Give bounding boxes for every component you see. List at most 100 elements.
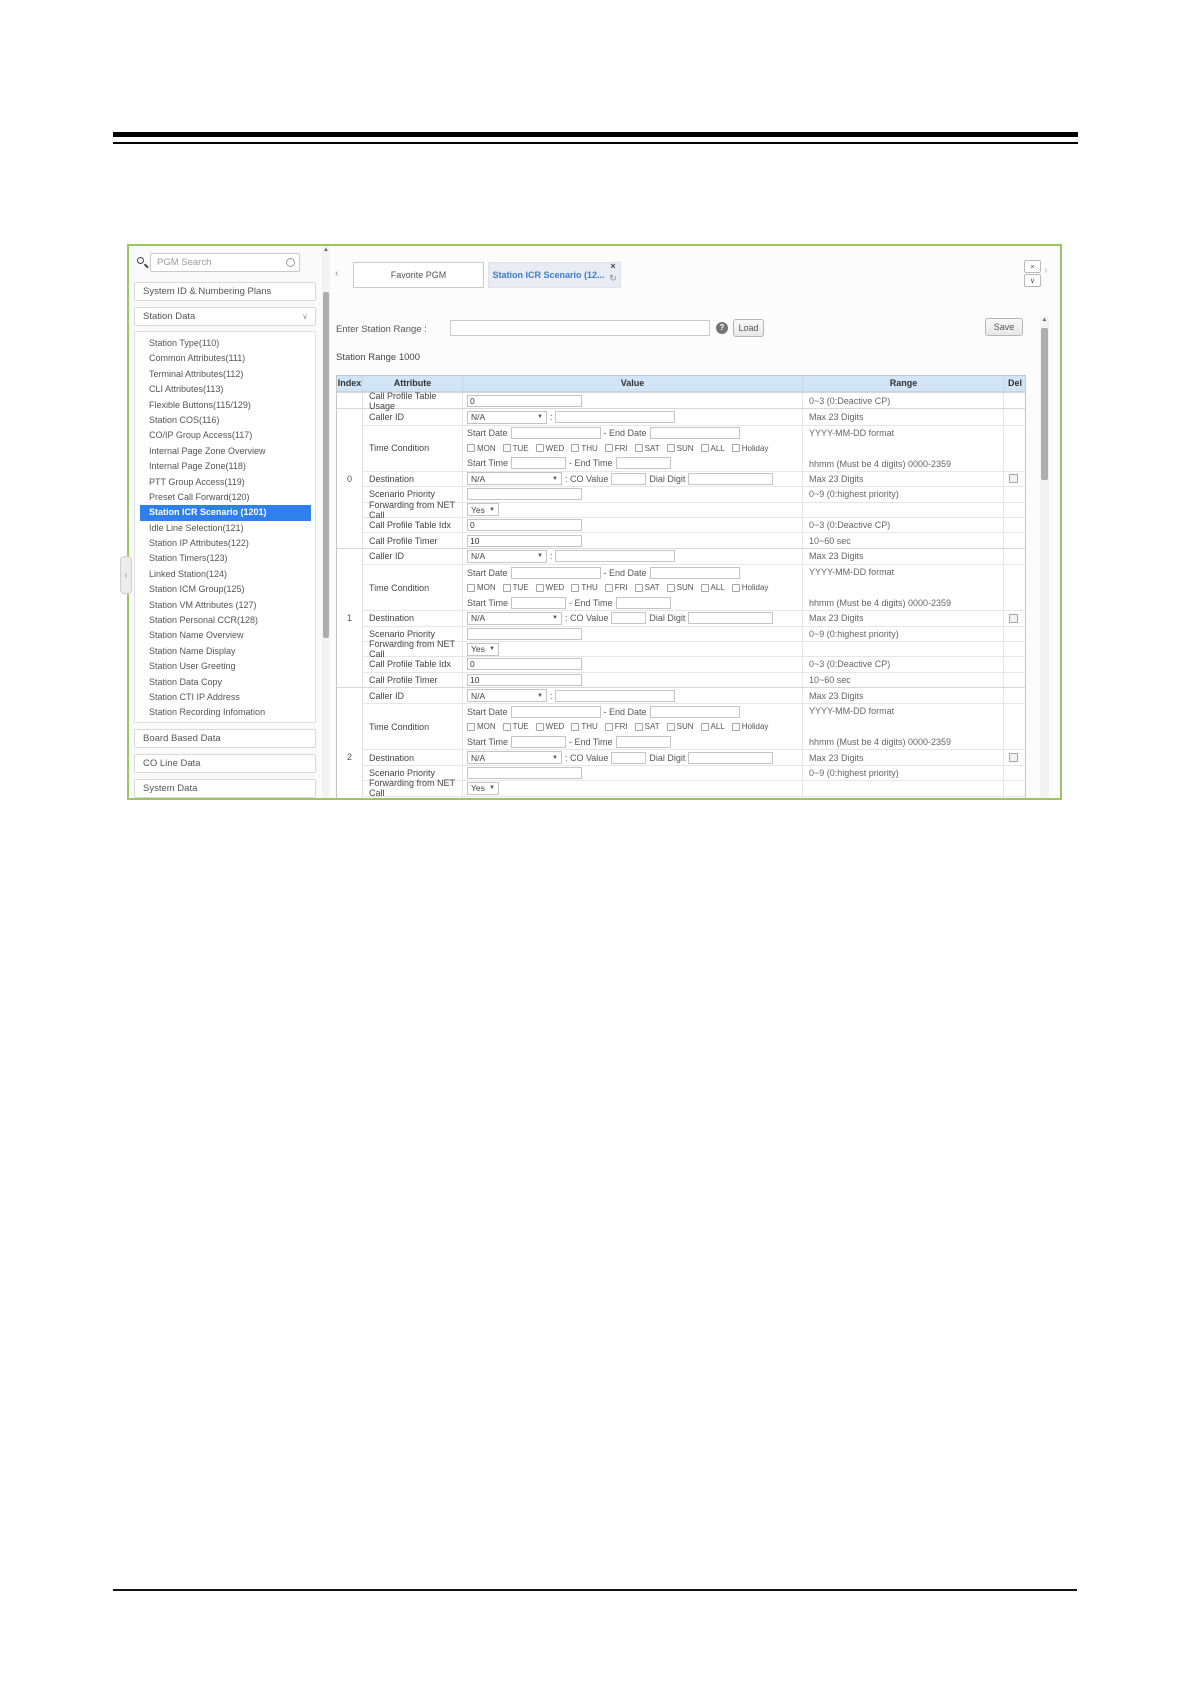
sidebar-item[interactable]: Station Timers(123)	[135, 551, 315, 566]
tab-refresh-icon[interactable]: ↻	[607, 272, 619, 284]
call-profile-idx-input[interactable]	[466, 658, 582, 671]
checkbox-icon[interactable]	[666, 722, 675, 731]
end-date-input[interactable]	[649, 427, 740, 440]
delete-checkbox[interactable]	[1008, 613, 1018, 623]
close-all-tabs-button[interactable]: ×	[1024, 260, 1041, 273]
day-checkbox-item[interactable]: TUE	[502, 722, 529, 731]
checkbox-icon[interactable]	[466, 722, 475, 731]
checkbox-icon[interactable]	[571, 722, 580, 731]
call-profile-timer-input[interactable]	[466, 534, 582, 547]
checkbox-icon[interactable]	[466, 583, 475, 592]
day-checkbox-item[interactable]: SAT	[634, 583, 660, 592]
checkbox-icon[interactable]	[502, 722, 511, 731]
destination-select[interactable]: N/A ▼	[466, 751, 562, 765]
checkbox-icon[interactable]	[535, 583, 544, 592]
day-checkbox-item[interactable]: Holiday	[731, 444, 768, 453]
content-scrollbar[interactable]: ▲	[1040, 316, 1049, 798]
day-checkbox-item[interactable]: FRI	[604, 722, 628, 731]
sidebar-item[interactable]: Station ICM Group(125)	[135, 582, 315, 597]
checkbox-icon[interactable]	[700, 444, 709, 453]
caller-id-input[interactable]	[555, 550, 676, 563]
checkbox-icon[interactable]	[731, 722, 740, 731]
day-checkbox-item[interactable]: WED	[535, 583, 564, 592]
sidebar-item[interactable]: Idle Line Selection(121)	[135, 521, 315, 536]
caller-id-select[interactable]: N/A ▼	[466, 410, 547, 424]
sidebar-item[interactable]: Station Personal CCR(128)	[135, 613, 315, 628]
forwarding-select[interactable]: Yes ▼	[466, 781, 499, 795]
scroll-up-icon[interactable]: ▲	[1040, 317, 1049, 323]
day-checkbox-item[interactable]: MON	[466, 444, 496, 453]
day-checkbox-item[interactable]: MON	[466, 722, 496, 731]
start-time-input[interactable]	[510, 457, 566, 470]
start-time-input[interactable]	[510, 735, 566, 748]
tab-favorite-pgm[interactable]: Favorite PGM	[353, 262, 484, 288]
day-checkbox-item[interactable]: ALL	[700, 583, 725, 592]
day-checkbox-item[interactable]: FRI	[604, 583, 628, 592]
start-time-input[interactable]	[510, 596, 566, 609]
day-checkbox-item[interactable]: THU	[571, 722, 598, 731]
day-checkbox-item[interactable]: TUE	[502, 583, 529, 592]
co-value-input[interactable]	[611, 751, 647, 764]
sidebar-item[interactable]: Station User Greeting	[135, 659, 315, 674]
checkbox-icon[interactable]	[571, 444, 580, 453]
scenario-priority-input[interactable]	[466, 488, 582, 501]
day-checkbox-item[interactable]: Holiday	[731, 722, 768, 731]
checkbox-icon[interactable]	[571, 583, 580, 592]
scenario-priority-input[interactable]	[466, 767, 582, 780]
checkbox-icon[interactable]	[634, 444, 643, 453]
sidebar-item[interactable]: Station Name Display	[135, 644, 315, 659]
checkbox-icon[interactable]	[604, 583, 613, 592]
day-checkbox-item[interactable]: THU	[571, 444, 598, 453]
forwarding-select[interactable]: Yes ▼	[466, 642, 499, 656]
sidebar-section-station-data[interactable]: Station Data ∨	[134, 307, 316, 326]
end-time-input[interactable]	[615, 735, 671, 748]
destination-select[interactable]: N/A ▼	[466, 472, 562, 486]
start-date-input[interactable]	[510, 427, 601, 440]
sidebar-section-board-based[interactable]: Board Based Data	[134, 729, 316, 748]
dial-digit-input[interactable]	[688, 472, 774, 485]
sidebar-item[interactable]: Preset Call Forward(120)	[135, 490, 315, 505]
delete-checkbox[interactable]	[1008, 474, 1018, 484]
day-checkbox-item[interactable]: MON	[466, 583, 496, 592]
sidebar-item[interactable]: Station Name Overview	[135, 628, 315, 643]
tabs-scroll-right-icon[interactable]: ›	[1044, 265, 1047, 276]
sidebar-item[interactable]: CLI Attributes(113)	[135, 382, 315, 397]
sidebar-item[interactable]: Linked Station(124)	[135, 567, 315, 582]
start-date-input[interactable]	[510, 566, 601, 579]
day-checkbox-item[interactable]: SUN	[666, 722, 694, 731]
call-profile-timer-input[interactable]	[466, 673, 582, 686]
day-checkbox-item[interactable]: FRI	[604, 444, 628, 453]
checkbox-icon[interactable]	[666, 583, 675, 592]
dial-digit-input[interactable]	[688, 612, 774, 625]
call-profile-usage-input[interactable]	[466, 394, 582, 407]
sidebar-item[interactable]: Terminal Attributes(112)	[135, 367, 315, 382]
checkbox-icon[interactable]	[634, 583, 643, 592]
sidebar-scrollbar[interactable]: ▲	[322, 246, 330, 798]
scrollbar-thumb[interactable]	[1041, 328, 1048, 480]
sidebar-item[interactable]: Flexible Buttons(115/129)	[135, 398, 315, 413]
tab-station-icr-scenario[interactable]: Station ICR Scenario (12... × ↻	[488, 260, 621, 288]
checkbox-icon[interactable]	[502, 444, 511, 453]
start-date-input[interactable]	[510, 705, 601, 718]
tab-close-icon[interactable]: ×	[607, 260, 619, 272]
checkbox-icon[interactable]	[604, 444, 613, 453]
checkbox-icon[interactable]	[731, 583, 740, 592]
caller-id-input[interactable]	[555, 411, 676, 424]
end-time-input[interactable]	[615, 457, 671, 470]
checkbox-icon[interactable]	[700, 583, 709, 592]
sidebar-item[interactable]: Station Data Copy	[135, 675, 315, 690]
day-checkbox-item[interactable]: ALL	[700, 722, 725, 731]
forwarding-select[interactable]: Yes ▼	[466, 503, 499, 517]
checkbox-icon[interactable]	[535, 444, 544, 453]
sidebar-item[interactable]: Station Recording Infomation	[135, 705, 315, 720]
station-range-input[interactable]	[450, 320, 710, 336]
save-button[interactable]: Save	[985, 318, 1023, 336]
scroll-up-icon[interactable]: ▲	[322, 247, 330, 253]
sidebar-item[interactable]: Station VM Attributes (127)	[135, 598, 315, 613]
sidebar-item[interactable]: Station Type(110)	[135, 336, 315, 351]
sidebar-item[interactable]: Internal Page Zone(118)	[135, 459, 315, 474]
end-date-input[interactable]	[649, 566, 740, 579]
scrollbar-thumb[interactable]	[323, 292, 329, 638]
sidebar-item[interactable]: Station CTI IP Address	[135, 690, 315, 705]
search-input[interactable]	[150, 253, 300, 272]
